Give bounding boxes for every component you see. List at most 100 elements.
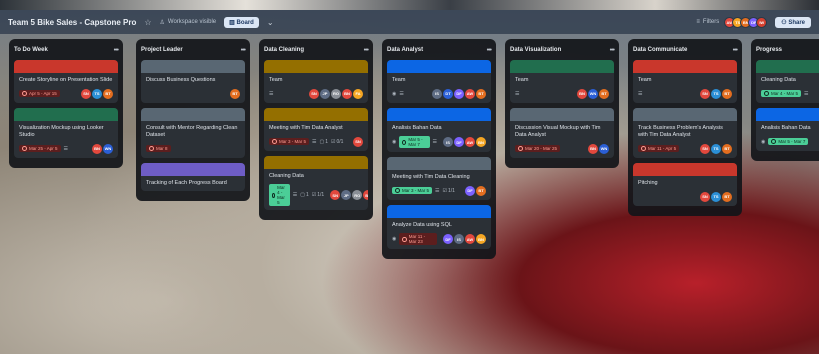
more-icon[interactable]: ••• [114, 47, 119, 54]
member-avatar[interactable]: BT [722, 88, 732, 99]
member-avatar[interactable]: JP [341, 190, 352, 200]
member-avatar[interactable]: TS [92, 88, 102, 99]
member-avatar[interactable]: SN [700, 143, 710, 154]
member-avatar[interactable]: AW [465, 137, 475, 147]
due-date-badge[interactable]: Mar 4 - Mar 5 [761, 90, 802, 97]
due-date-badge[interactable]: Mar 8 [146, 145, 171, 152]
member-avatar[interactable]: BN [363, 190, 368, 200]
list-title[interactable]: Data Cleaning [264, 47, 304, 53]
member-avatar[interactable]: IS [432, 88, 442, 99]
more-icon[interactable]: ••• [241, 47, 246, 54]
card[interactable]: Analisis Bahan Data ◉ Mar 5 - Mar 7 [756, 108, 819, 151]
member-avatar[interactable]: WN [103, 143, 113, 154]
member-avatar[interactable]: BT [230, 88, 240, 99]
card[interactable]: Team ◉ ☰ IS DT DF AW BT [387, 60, 491, 103]
member-avatar[interactable]: JP [320, 88, 330, 99]
list-title[interactable]: Data Analyst [387, 47, 423, 53]
share-button[interactable]: ⚇ Share [775, 16, 811, 28]
member-avatar[interactable]: BT [476, 88, 486, 99]
member-avatar[interactable]: WN [588, 88, 598, 99]
member-avatar[interactable]: RO [331, 88, 341, 99]
list-title[interactable]: Project Leader [141, 47, 183, 53]
member-avatar[interactable]: SN [700, 191, 710, 202]
member-avatar[interactable]: IS [443, 137, 453, 147]
member-avatar[interactable]: AW [465, 88, 475, 99]
member-avatar[interactable]: DF [443, 234, 453, 244]
due-date-badge[interactable]: Mar 3 - Mar 5 [269, 138, 310, 145]
due-date-badge[interactable]: Mar 5 - Mar 7 [399, 136, 430, 148]
member-avatar[interactable]: BN [588, 143, 598, 154]
visibility-button[interactable]: ♙ Workspace visible [160, 19, 217, 26]
card[interactable]: Consult with Mentor Regarding Clean Data… [141, 108, 245, 158]
card[interactable]: Team ☰ SN TS BT [633, 60, 737, 103]
more-icon[interactable]: ••• [733, 47, 738, 54]
member-avatar[interactable]: DF [454, 137, 464, 147]
member-avatar[interactable]: BN [342, 88, 352, 99]
card[interactable]: Meeting with Tim Data Cleaning Mar 3 - Ma… [387, 157, 491, 200]
member-avatar[interactable]: SN [309, 88, 319, 99]
member-avatar[interactable]: BT [722, 191, 732, 202]
member-avatar[interactable]: BN [476, 234, 486, 244]
member-avatar[interactable]: BT [599, 88, 609, 99]
card[interactable]: Visualization Mockup using Looker Studio… [14, 108, 118, 158]
more-icon[interactable]: ••• [487, 47, 492, 54]
more-icon[interactable]: ••• [364, 47, 369, 54]
list-title[interactable]: To Do Week [14, 47, 48, 53]
member-avatar[interactable]: SN [353, 136, 363, 147]
list-title[interactable]: Data Communicate [633, 47, 687, 53]
member-avatar[interactable]: IS [454, 234, 464, 244]
member-avatar[interactable]: BN [476, 137, 486, 147]
list-title[interactable]: Data Visualization [510, 47, 561, 53]
due-date-badge[interactable]: Mar 20 - Mar 25 [515, 145, 561, 152]
member-avatar[interactable]: SN [700, 88, 710, 99]
card[interactable]: Track Business Problem's Analysis with T… [633, 108, 737, 158]
card[interactable]: Tracking of Each Progress Board [141, 163, 245, 191]
member-avatar[interactable]: FA [353, 88, 363, 99]
member-avatar[interactable]: DF [465, 185, 475, 196]
member-avatar[interactable]: SN [330, 190, 341, 200]
member-avatar[interactable]: DF [454, 88, 464, 99]
member-avatar[interactable]: TS [711, 191, 721, 202]
due-date-badge[interactable]: Mar 11 - Apr 5 [638, 145, 680, 152]
member-avatar[interactable]: BT [103, 88, 113, 99]
member-avatar[interactable]: AW [465, 234, 475, 244]
member-avatar[interactable]: DT [443, 88, 453, 99]
board-view-button[interactable]: ▥ Board [224, 16, 259, 28]
member-avatar[interactable]: BN [577, 88, 587, 99]
more-icon[interactable]: ••• [610, 47, 615, 54]
card[interactable]: Cleaning Data Mar 4 - Mar 5 ☰ [756, 60, 819, 103]
due-date-badge[interactable]: Apr 5 - Apr 15 [19, 90, 60, 97]
chevron-down-icon[interactable]: ⌄ [267, 18, 274, 27]
board-members[interactable]: AW TS BN DF IW [724, 16, 768, 28]
card[interactable]: Discussion Visual Mockup with Tim Data A… [510, 108, 614, 158]
member-avatar[interactable]: WN [599, 143, 609, 154]
card[interactable]: Pitching SN TS BT [633, 163, 737, 206]
due-date-badge[interactable]: Mar 25 - Apr 5 [19, 145, 61, 152]
board-title[interactable]: Team 5 Bike Sales - Capstone Pro [8, 18, 136, 27]
due-date-badge[interactable]: Mar 5 - Mar 7 [768, 138, 809, 145]
card[interactable]: Team ☰ SN JP RO BN FA [264, 60, 368, 103]
card-cover [141, 163, 245, 176]
member-avatar[interactable]: BT [476, 185, 486, 196]
member-avatar[interactable]: TS [711, 143, 721, 154]
card[interactable]: Analyze Data using SQL ◉ Mar 11 - Mar 23 DF… [387, 205, 491, 249]
member-avatar[interactable]: BT [722, 143, 732, 154]
card[interactable]: Team ☰ BN WN BT [510, 60, 614, 103]
card[interactable]: Meeting with Tim Data Analyst Mar 3 - Mar… [264, 108, 368, 151]
due-date-badge[interactable]: Mar 4 - Mar 5 [269, 184, 290, 206]
member-avatar[interactable]: TS [711, 88, 721, 99]
card[interactable]: Create Storyline on Presentation Slide Ap… [14, 60, 118, 103]
due-date-badge[interactable]: Mar 11 - Mar 23 [399, 233, 437, 245]
card-members: BN WN BT [577, 88, 609, 99]
member-avatar[interactable]: IW [756, 16, 768, 28]
card[interactable]: Discuss Business Questions BT [141, 60, 245, 103]
card[interactable]: Analisis Bahan Data ◉ Mar 5 - Mar 7 ☰ IS DF AW… [387, 108, 491, 152]
star-icon[interactable]: ☆ [144, 18, 151, 27]
due-date-badge[interactable]: Mar 3 - Mar 5 [392, 187, 433, 194]
member-avatar[interactable]: SN [81, 88, 91, 99]
member-avatar[interactable]: RO [352, 190, 363, 200]
member-avatar[interactable]: BN [92, 143, 102, 154]
filters-button[interactable]: ≡ Filters [696, 19, 719, 25]
list-title[interactable]: Progress [756, 47, 782, 53]
card[interactable]: Cleaning Data Mar 4 - Mar 5 ☰ ▢ 1 ☑ 1/1 SN JP RO B… [264, 156, 368, 210]
